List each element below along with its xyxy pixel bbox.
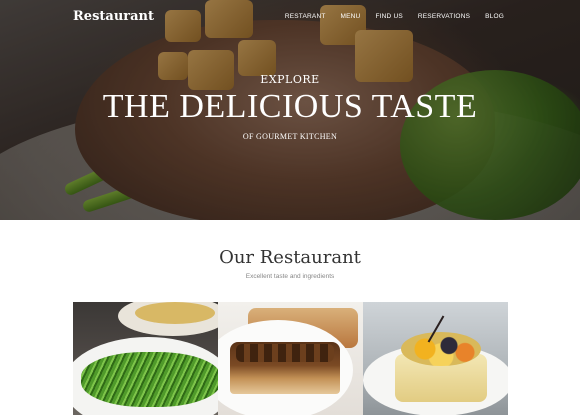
nav-blog[interactable]: BLOG [485, 13, 504, 20]
hero-banner: Restaurant RESTARANT MENU FIND US RESERV… [0, 0, 580, 220]
main-menu: RESTARANT MENU FIND US RESERVATIONS BLOG [285, 13, 504, 20]
nav-reservations[interactable]: RESERVATIONS [418, 13, 470, 20]
nav-menu[interactable]: MENU [341, 13, 361, 20]
section-title: Our Restaurant [219, 247, 361, 268]
brand-logo[interactable]: Restaurant [73, 9, 154, 24]
nav-find-us[interactable]: FIND US [375, 13, 402, 20]
fruit-topping [401, 332, 481, 366]
green-onion-dish-image[interactable] [73, 302, 218, 415]
hero-text: EXPLORE THE DELICIOUS TASTE OF GOURMET K… [0, 73, 580, 141]
hero-headline: THE DELICIOUS TASTE [102, 88, 478, 125]
top-navigation: Restaurant RESTARANT MENU FIND US RESERV… [0, 0, 580, 36]
green-onions [81, 352, 218, 407]
noodles [135, 302, 215, 324]
pecan-pie-image[interactable] [218, 302, 363, 415]
nav-restarant[interactable]: RESTARANT [285, 13, 326, 20]
pecan-topping [236, 344, 334, 362]
hero-subheading: OF GOURMET KITCHEN [242, 132, 338, 141]
section-subtitle: Excellent taste and ingredients [245, 273, 335, 280]
food-gallery [73, 302, 508, 415]
fruit-cake-image[interactable] [363, 302, 508, 415]
hero-kicker: EXPLORE [260, 73, 320, 86]
